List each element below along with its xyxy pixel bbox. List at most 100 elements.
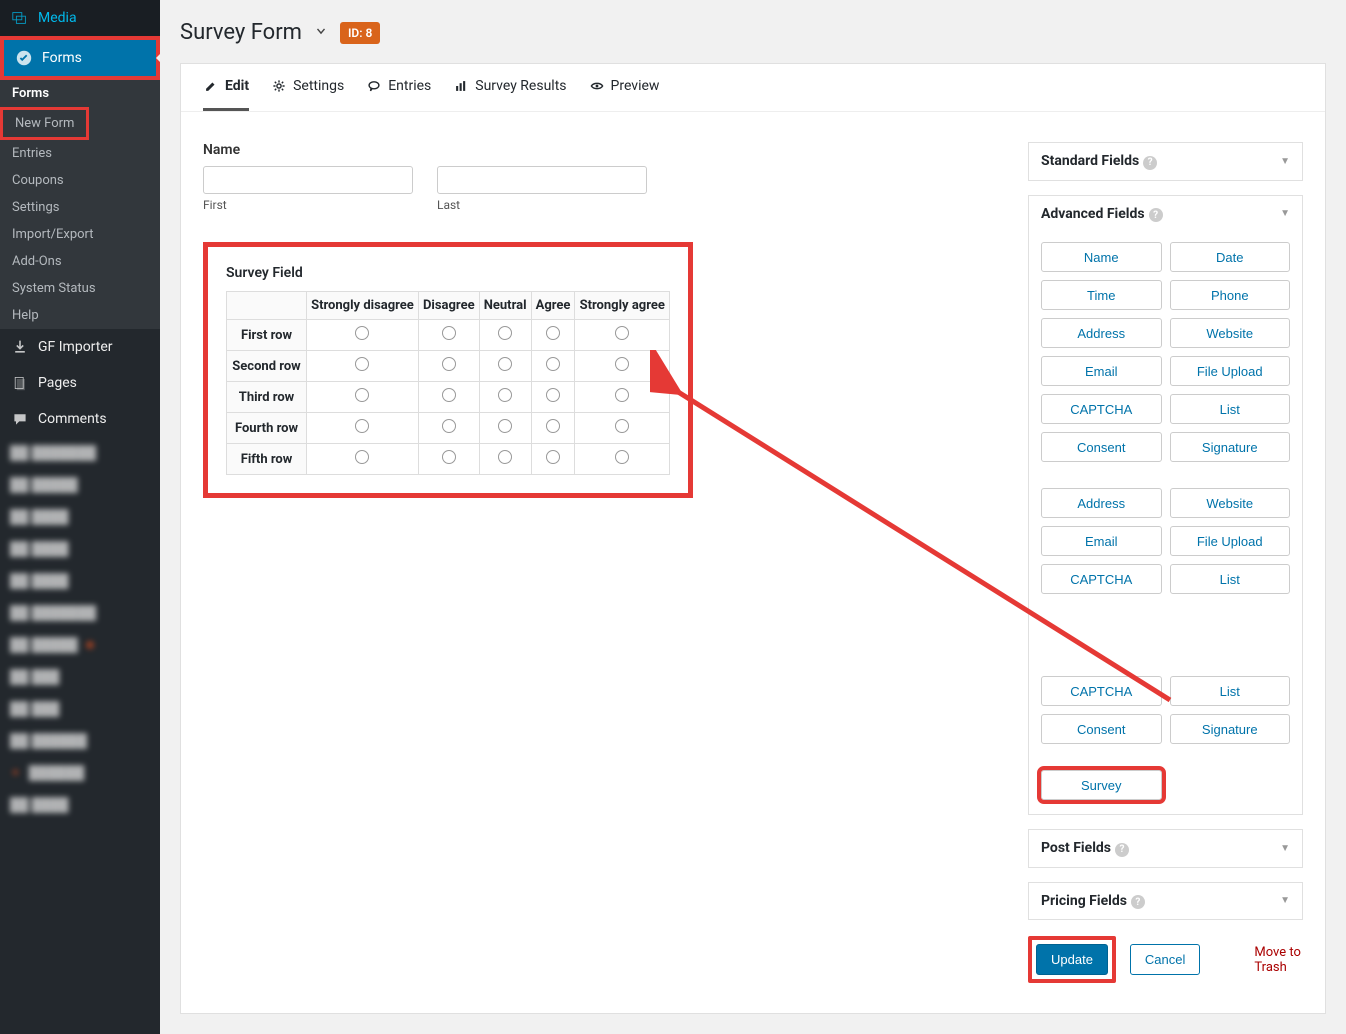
comments-icon <box>10 409 30 429</box>
panel-title: Standard Fields <box>1041 153 1139 169</box>
panel-post-fields: Post Fields? ▼ <box>1028 829 1303 868</box>
field-button-captcha[interactable]: CAPTCHA <box>1041 676 1162 706</box>
help-icon[interactable]: ? <box>1131 895 1145 909</box>
likert-radio[interactable] <box>442 419 456 433</box>
likert-radio[interactable] <box>355 357 369 371</box>
help-icon[interactable]: ? <box>1149 208 1163 222</box>
forms-icon <box>14 48 34 68</box>
likert-radio[interactable] <box>442 388 456 402</box>
advanced-field-buttons: Name Date Time Phone Address Website Email File… <box>1041 242 1290 800</box>
field-button-address[interactable]: Address <box>1041 318 1162 348</box>
first-name-input[interactable] <box>203 166 413 194</box>
field-button-file-upload[interactable]: File Upload <box>1170 356 1291 386</box>
likert-radio[interactable] <box>615 388 629 402</box>
likert-radio[interactable] <box>615 419 629 433</box>
tab-entries[interactable]: Entries <box>366 78 431 111</box>
field-button-captcha[interactable]: CAPTCHA <box>1041 564 1162 594</box>
tab-label: Settings <box>293 78 344 94</box>
field-button-phone[interactable]: Phone <box>1170 280 1291 310</box>
sidebar-item-media[interactable]: Media <box>0 0 160 36</box>
panel-header-standard[interactable]: Standard Fields? ▼ <box>1029 143 1302 180</box>
field-button-address[interactable]: Address <box>1041 488 1162 518</box>
sidebar-item-forms[interactable]: Forms <box>4 40 156 76</box>
sidebar-sub-import-export[interactable]: Import/Export <box>0 221 160 248</box>
help-icon[interactable]: ? <box>1115 843 1129 857</box>
field-button-list[interactable]: List <box>1170 564 1291 594</box>
update-button[interactable]: Update <box>1036 944 1108 975</box>
last-sublabel: Last <box>437 198 647 212</box>
field-button-website[interactable]: Website <box>1170 318 1291 348</box>
sidebar-sub-entries[interactable]: Entries <box>0 140 160 167</box>
likert-radio[interactable] <box>355 450 369 464</box>
likert-radio[interactable] <box>442 450 456 464</box>
field-button-signature[interactable]: Signature <box>1170 714 1291 744</box>
sidebar-sub-system-status[interactable]: System Status <box>0 275 160 302</box>
panel-header-advanced[interactable]: Advanced Fields? ▼ <box>1029 196 1302 233</box>
field-button-file-upload[interactable]: File Upload <box>1170 526 1291 556</box>
likert-radio[interactable] <box>498 326 512 340</box>
tab-label: Edit <box>225 78 249 94</box>
likert-radio[interactable] <box>615 326 629 340</box>
likert-radio[interactable] <box>355 419 369 433</box>
sidebar-sub-settings[interactable]: Settings <box>0 194 160 221</box>
field-button-time[interactable]: Time <box>1041 280 1162 310</box>
sidebar-item-blurred: ██ ████ <box>0 565 160 597</box>
likert-radio[interactable] <box>442 357 456 371</box>
sidebar-sub-addons[interactable]: Add-Ons <box>0 248 160 275</box>
cancel-button[interactable]: Cancel <box>1130 944 1200 975</box>
likert-radio[interactable] <box>546 450 560 464</box>
likert-radio[interactable] <box>355 388 369 402</box>
panel-title: Pricing Fields <box>1041 893 1127 909</box>
likert-radio[interactable] <box>498 357 512 371</box>
likert-radio[interactable] <box>355 326 369 340</box>
move-to-trash-link[interactable]: Move to Trash <box>1254 945 1303 975</box>
likert-radio[interactable] <box>442 326 456 340</box>
field-button-signature[interactable]: Signature <box>1170 432 1291 462</box>
sidebar-item-blurred: ██ ███████ <box>0 597 160 629</box>
tab-survey-results[interactable]: Survey Results <box>453 78 566 111</box>
field-button-list[interactable]: List <box>1170 394 1291 424</box>
sidebar-sub-coupons[interactable]: Coupons <box>0 167 160 194</box>
footer-actions: Update Cancel Move to Trash <box>1028 936 1303 983</box>
field-button-date[interactable]: Date <box>1170 242 1291 272</box>
chevron-down-icon[interactable] <box>314 23 328 42</box>
field-button-consent[interactable]: Consent <box>1041 714 1162 744</box>
likert-radio[interactable] <box>546 326 560 340</box>
form-id-badge: ID: 8 <box>340 22 380 44</box>
field-button-consent[interactable]: Consent <box>1041 432 1162 462</box>
sidebar-item-gf-importer[interactable]: GF Importer <box>0 329 160 365</box>
sidebar-sub-help[interactable]: Help <box>0 302 160 329</box>
survey-field-label: Survey Field <box>226 265 670 281</box>
help-icon[interactable]: ? <box>1143 156 1157 170</box>
likert-radio[interactable] <box>615 357 629 371</box>
tab-settings[interactable]: Settings <box>271 78 344 111</box>
field-button-email[interactable]: Email <box>1041 526 1162 556</box>
likert-radio[interactable] <box>498 419 512 433</box>
likert-radio[interactable] <box>546 419 560 433</box>
sidebar-submenu-forms: Forms New Form Entries Coupons Settings … <box>0 80 160 329</box>
panel-header-pricing[interactable]: Pricing Fields? ▼ <box>1029 883 1302 920</box>
last-name-input[interactable] <box>437 166 647 194</box>
likert-radio[interactable] <box>546 388 560 402</box>
likert-radio[interactable] <box>498 450 512 464</box>
sidebar-item-blurred: ██ █████ <box>0 469 160 501</box>
tab-edit[interactable]: Edit <box>203 78 249 111</box>
likert-radio[interactable] <box>546 357 560 371</box>
field-button-name[interactable]: Name <box>1041 242 1162 272</box>
caret-down-icon: ▼ <box>1280 895 1290 906</box>
sidebar-sub-new-form[interactable]: New Form <box>3 110 86 137</box>
sidebar-sub-forms[interactable]: Forms <box>0 80 160 107</box>
field-button-survey[interactable]: Survey <box>1041 770 1162 800</box>
field-button-list[interactable]: List <box>1170 676 1291 706</box>
panel-title: Post Fields <box>1041 840 1111 856</box>
tab-preview[interactable]: Preview <box>589 78 660 111</box>
field-button-captcha[interactable]: CAPTCHA <box>1041 394 1162 424</box>
sidebar-item-comments[interactable]: Comments <box>0 401 160 437</box>
field-button-website[interactable]: Website <box>1170 488 1291 518</box>
field-button-email[interactable]: Email <box>1041 356 1162 386</box>
download-icon <box>10 337 30 357</box>
panel-header-post[interactable]: Post Fields? ▼ <box>1029 830 1302 867</box>
likert-radio[interactable] <box>498 388 512 402</box>
likert-radio[interactable] <box>615 450 629 464</box>
sidebar-item-pages[interactable]: Pages <box>0 365 160 401</box>
